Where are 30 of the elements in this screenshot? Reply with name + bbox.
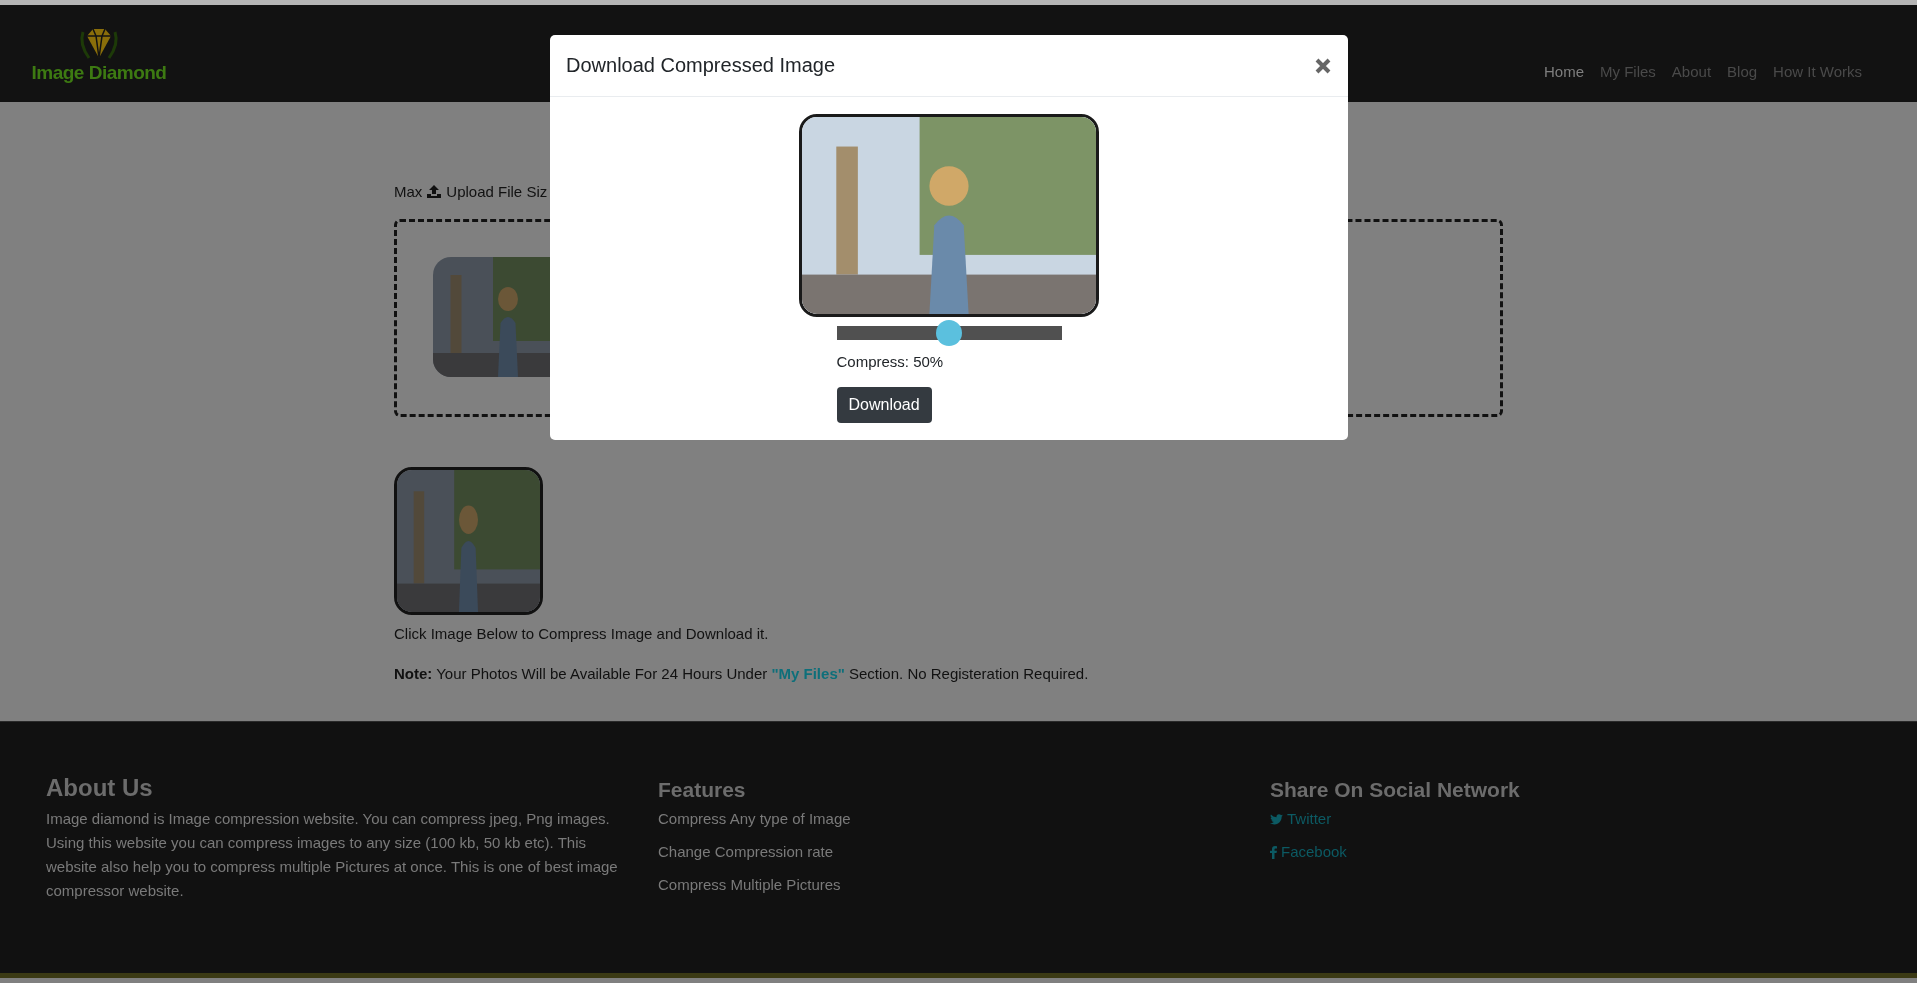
social-link[interactable]: Facebook [1270,840,1347,864]
download-button[interactable]: Download [836,387,932,423]
nav-link[interactable]: How It Works [1773,63,1862,80]
about-text: Image diamond is Image compression website. You can compress jpeg, Png images. Using this website you can compress images to any size (100 kb, 50 kb etc). This website also help you to compress multiple Pictures at once. This is one of best image compressor website. [46,809,619,901]
social-link[interactable]: Twitter [1270,807,1332,831]
logo-text: Image Diamond [31,61,167,84]
feature-item: Change Compression rate [658,842,835,862]
bird-icon [1270,813,1283,825]
nav-link[interactable]: Home [1544,63,1584,80]
instruction-text: Click Image Below to Compress Image and Download it. [394,624,770,644]
slider-thumb[interactable] [936,320,962,346]
nav-link[interactable]: My Files [1600,63,1656,80]
social-heading: Share On Social Network [1270,778,1521,802]
feature-item: Compress Any type of Image [658,809,852,829]
modal-title: Download Compressed Image [566,54,836,77]
close-icon[interactable] [1314,56,1332,75]
note-text: Note: Your Photos Will be Available For 24 Hours Under "My Files" Section. No Registeration Required. [394,664,1090,684]
upload-icon [427,184,442,198]
nav-link[interactable]: About [1671,63,1712,80]
features-heading: Features [658,778,747,802]
upload-size-label: Upload File Siz [446,182,548,200]
my-files-link[interactable]: "My Files" [771,665,845,682]
feature-item: Compress Multiple Pictures [658,875,842,895]
nav-link[interactable]: Blog [1727,63,1758,80]
compression-slider[interactable] [836,320,1062,346]
max-label: Max [394,182,423,200]
about-heading: About Us [46,774,154,802]
photo-placeholder[interactable] [394,467,543,615]
compress-label: Compress: 50% [836,353,944,370]
facebook-f-icon [1270,845,1277,859]
